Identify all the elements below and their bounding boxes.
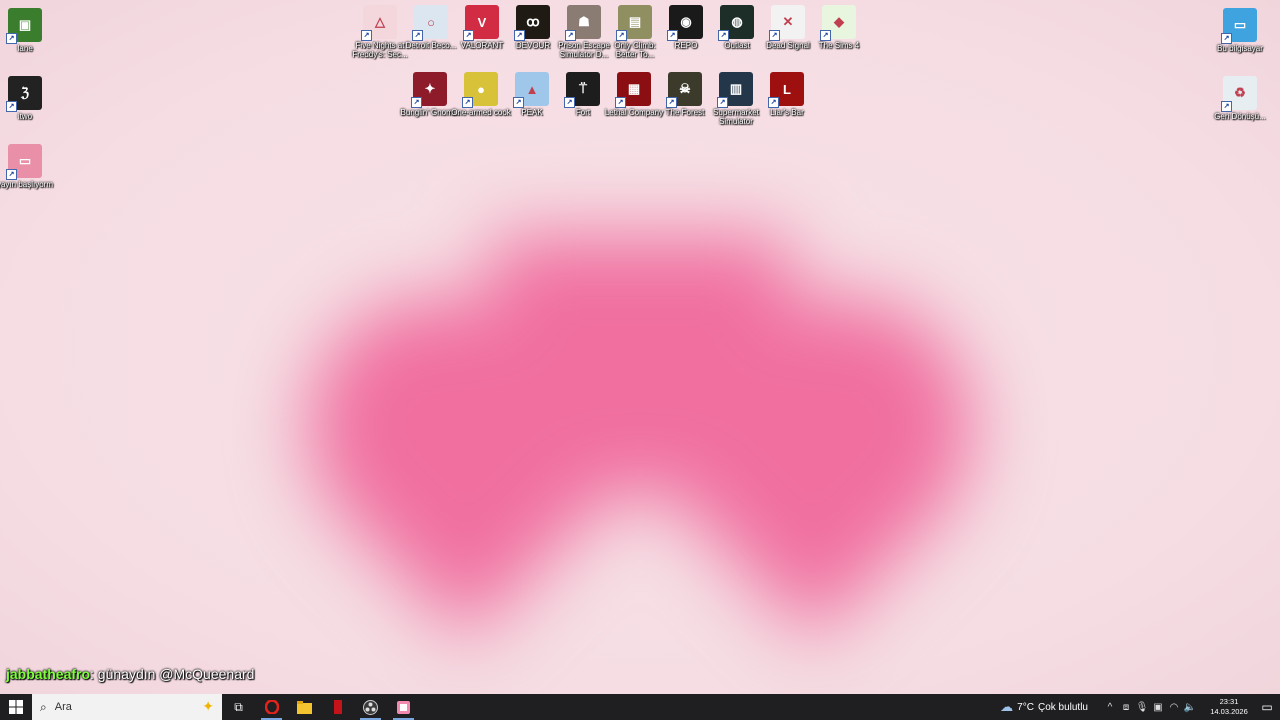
weather-temp: 7°C <box>1017 701 1034 713</box>
app-icon: ● ↗ <box>462 72 498 108</box>
shortcut-arrow-icon: ↗ <box>6 33 17 44</box>
app-icon: ✕ ↗ <box>769 5 805 41</box>
desktop-icon[interactable]: ▭ ↗ Bu bilgisayar <box>1210 8 1270 53</box>
desktop-icon[interactable]: L ↗ Liar's Bar <box>757 72 817 117</box>
taskbar-app-opera[interactable] <box>255 694 288 720</box>
windows-icon <box>9 700 23 714</box>
opera-icon <box>264 700 279 714</box>
app-icon: ℨ ↗ <box>6 76 42 112</box>
app-icon: ◉ ↗ <box>667 5 703 41</box>
clock-time: 23:31 <box>1219 697 1239 706</box>
app-icon: ▲ ↗ <box>513 72 549 108</box>
app-icon: △ ↗ <box>361 5 397 41</box>
app-icon: ▤ ↗ <box>616 5 652 41</box>
desktop-icon-label: Iane <box>17 44 33 53</box>
wifi-icon[interactable]: ◠ <box>1166 702 1182 713</box>
desktop-icon-label: Geri Dönüşü... <box>1214 112 1266 121</box>
microphone-icon[interactable]: 🎙 <box>1134 702 1150 713</box>
app-icon: ▭ ↗ <box>6 144 42 180</box>
app-icon: ▦ ↗ <box>615 72 651 108</box>
app-icon: ☠ ↗ <box>666 72 702 108</box>
shortcut-arrow-icon: ↗ <box>1221 101 1232 112</box>
shortcut-arrow-icon: ↗ <box>513 97 524 108</box>
shortcut-arrow-icon: ↗ <box>361 30 372 41</box>
shortcut-arrow-icon: ↗ <box>6 101 17 112</box>
taskbar-app-red[interactable] <box>321 694 354 720</box>
shortcut-arrow-icon: ↗ <box>667 30 678 41</box>
start-button[interactable] <box>0 694 32 720</box>
shortcut-arrow-icon: ↗ <box>6 169 17 180</box>
shortcut-arrow-icon: ↗ <box>768 97 779 108</box>
sparkle-icon: ✦ <box>202 698 214 714</box>
desktop-icon[interactable]: ℨ ↗ itwo <box>0 76 55 121</box>
shortcut-arrow-icon: ↗ <box>717 97 728 108</box>
desktop-icon-label: itwo <box>17 112 33 121</box>
shortcut-arrow-icon: ↗ <box>412 30 423 41</box>
red-app-icon <box>333 700 342 714</box>
obs-icon <box>363 699 378 715</box>
notification-icon[interactable]: ▭ <box>1254 700 1280 714</box>
shortcut-arrow-icon: ↗ <box>411 97 422 108</box>
app-icon: ○ ↗ <box>412 5 448 41</box>
app-icon: ◆ ↗ <box>820 5 856 41</box>
shortcut-arrow-icon: ↗ <box>615 97 626 108</box>
meet-now-icon[interactable]: ▣ <box>1150 702 1166 713</box>
app-icon: ⍡ ↗ <box>564 72 600 108</box>
chat-overlay: jabbatheafro: günaydın @McQueenard <box>6 666 254 682</box>
taskbar: ⌕ Ara ✦ ⧉ ☁ 7°C Çok bulutlu ^ ⧈ 🎙 ▣ ◠ 🔈 … <box>0 694 1280 720</box>
chat-username: jabbatheafro <box>6 666 91 682</box>
taskbar-app-file-explorer[interactable] <box>288 694 321 720</box>
weather-desc: Çok bulutlu <box>1037 701 1088 713</box>
app-icon: V ↗ <box>463 5 499 41</box>
system-tray: ☁ 7°C Çok bulutlu ^ ⧈ 🎙 ▣ ◠ 🔈 23:31 14.0… <box>1000 694 1280 720</box>
shortcut-arrow-icon: ↗ <box>564 97 575 108</box>
shortcut-arrow-icon: ↗ <box>565 30 576 41</box>
clock[interactable]: 23:31 14.03.2026 <box>1204 697 1254 717</box>
cloud-icon: ☁ <box>1000 699 1014 714</box>
app-icon: ☗ ↗ <box>565 5 601 41</box>
taskbar-search-box[interactable]: ⌕ Ara ✦ <box>32 694 222 720</box>
volume-icon[interactable]: 🔈 <box>1182 702 1198 713</box>
desktop-icon-label: Liar's Bar <box>770 108 804 117</box>
desktop-icon[interactable]: ▣ ↗ Iane <box>0 8 55 53</box>
taskbar-app-obs[interactable] <box>354 694 387 720</box>
shortcut-arrow-icon: ↗ <box>463 30 474 41</box>
chat-separator: : <box>90 666 98 682</box>
shortcut-arrow-icon: ↗ <box>666 97 677 108</box>
app-icon: ▥ ↗ <box>717 72 753 108</box>
desktop-icon-label: The Sims 4 <box>818 41 860 50</box>
taskbar-app-pink[interactable] <box>387 694 420 720</box>
pink-app-icon <box>397 700 410 714</box>
shortcut-arrow-icon: ↗ <box>820 30 831 41</box>
search-placeholder: Ara <box>54 701 72 713</box>
weather-widget[interactable]: ☁ 7°C Çok bulutlu <box>1000 699 1088 715</box>
task-view-icon: ⧉ <box>234 699 243 714</box>
app-icon: ✦ ↗ <box>411 72 447 108</box>
app-icon: ꝏ ↗ <box>514 5 550 41</box>
shortcut-arrow-icon: ↗ <box>616 30 627 41</box>
desktop-icon[interactable]: ▭ ↗ yayın başlıyorm <box>0 144 55 189</box>
app-icon: L ↗ <box>768 72 804 108</box>
task-view-button[interactable]: ⧉ <box>222 694 255 720</box>
shortcut-arrow-icon: ↗ <box>718 30 729 41</box>
shortcut-arrow-icon: ↗ <box>769 30 780 41</box>
app-icon: ▭ ↗ <box>1221 8 1257 44</box>
desktop-icon[interactable]: ◆ ↗ The Sims 4 <box>809 5 869 50</box>
shortcut-arrow-icon: ↗ <box>462 97 473 108</box>
clock-date: 14.03.2026 <box>1210 707 1248 716</box>
app-icon: ▣ ↗ <box>6 8 42 44</box>
chat-message: günaydın @McQueenard <box>97 666 255 682</box>
desktop-icon-label: Bu bilgisayar <box>1217 44 1263 53</box>
search-icon: ⌕ <box>40 699 47 714</box>
desktop-icon-label: yayın başlıyorm <box>0 180 54 189</box>
network-device-icon[interactable]: ⧈ <box>1118 702 1134 713</box>
chevron-up-icon[interactable]: ^ <box>1102 702 1118 713</box>
app-icon: ◍ ↗ <box>718 5 754 41</box>
app-icon: ♻ ↗ <box>1221 76 1257 112</box>
desktop-icon[interactable]: ♻ ↗ Geri Dönüşü... <box>1210 76 1270 121</box>
shortcut-arrow-icon: ↗ <box>1221 33 1232 44</box>
shortcut-arrow-icon: ↗ <box>514 30 525 41</box>
folder-icon <box>297 700 312 714</box>
